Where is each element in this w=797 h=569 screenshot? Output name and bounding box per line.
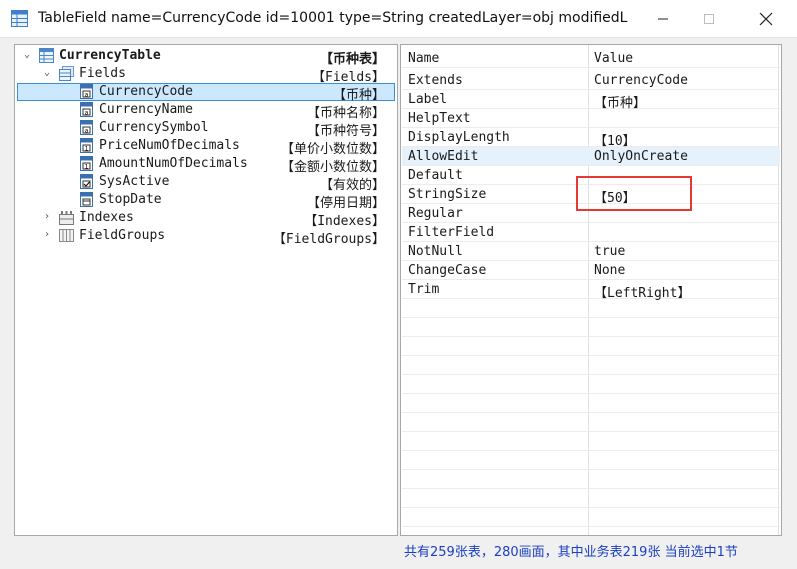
expand-chevron-icon[interactable]: › <box>41 228 53 242</box>
fields-folder-icon <box>59 66 74 81</box>
empty-grid-row <box>402 489 780 508</box>
tree-node-name: FieldGroups <box>79 228 166 243</box>
empty-grid-row <box>402 318 780 337</box>
property-name: FilterField <box>408 225 495 240</box>
collapse-chevron-icon[interactable]: ⌄ <box>21 48 33 62</box>
tree-node-name: SysActive <box>99 174 170 189</box>
property-row-allowedit[interactable]: AllowEdit OnlyOnCreate <box>402 147 780 166</box>
empty-grid-row <box>402 356 780 375</box>
property-row-changecase[interactable]: ChangeCase None <box>402 261 780 280</box>
maximize-icon <box>704 14 714 24</box>
tree-node-indexes[interactable]: › Indexes 【Indexes】 <box>15 209 397 229</box>
empty-grid-row <box>402 432 780 451</box>
tree-node-name: StopDate <box>99 192 162 207</box>
tree-node-label: 【FieldGroups】 <box>272 232 385 247</box>
property-row-helptext[interactable]: HelpText <box>402 109 780 128</box>
expand-chevron-icon[interactable]: › <box>41 210 53 224</box>
svg-text:a: a <box>85 91 89 98</box>
property-name: NotNull <box>408 244 463 259</box>
property-value[interactable]: OnlyOnCreate <box>594 149 688 164</box>
svg-text:1: 1 <box>85 145 89 152</box>
app-window: TableField name=CurrencyCode id=10001 ty… <box>0 0 797 569</box>
integer-field-icon: 1 <box>80 138 93 153</box>
tree-node-currency-symbol[interactable]: a CurrencySymbol 【币种符号】 <box>15 119 397 139</box>
property-name: Label <box>408 92 448 107</box>
property-name: ChangeCase <box>408 263 487 278</box>
empty-grid-row <box>402 375 780 394</box>
property-name: AllowEdit <box>408 149 479 164</box>
property-row-extends[interactable]: Extends CurrencyCode <box>402 71 780 90</box>
property-name: StringSize <box>408 187 487 202</box>
title-bar: TableField name=CurrencyCode id=10001 ty… <box>0 0 797 38</box>
status-text: 共有259张表，280画面，其中业务表219张 当前选中1节 <box>404 545 738 559</box>
tree-node-sys-active[interactable]: SysActive 【有效的】 <box>15 173 397 193</box>
string-field-icon: a <box>80 102 93 117</box>
maximize-button[interactable] <box>686 0 732 38</box>
tree-node-name: PriceNumOfDecimals <box>99 138 240 153</box>
tree-node-name: Indexes <box>79 210 134 225</box>
tree-node-fields[interactable]: ⌄ Fields 【Fields】 <box>15 65 397 85</box>
window-title: TableField name=CurrencyCode id=10001 ty… <box>38 10 628 26</box>
property-name: DisplayLength <box>408 130 510 145</box>
tree-node-name: CurrencyTable <box>59 48 161 63</box>
property-name: HelpText <box>408 111 471 126</box>
property-name: Trim <box>408 282 440 297</box>
property-row-displaylength[interactable]: DisplayLength 【10】 <box>402 128 780 149</box>
empty-grid-row <box>402 470 780 489</box>
collapse-chevron-icon[interactable]: ⌄ <box>41 66 53 80</box>
string-field-icon: a <box>80 120 93 135</box>
property-name: Regular <box>408 206 463 221</box>
tree-node-stop-date[interactable]: StopDate 【停用日期】 <box>15 191 397 211</box>
table-icon <box>39 48 54 63</box>
property-row-label[interactable]: Label 【币种】 <box>402 90 780 111</box>
name-column-header: Name <box>408 51 440 66</box>
indexes-icon <box>59 211 74 225</box>
field-groups-icon <box>59 229 74 242</box>
tree-node-name: CurrencyName <box>99 102 193 117</box>
property-row-trim[interactable]: Trim 【LeftRight】 <box>402 280 780 301</box>
property-value[interactable]: CurrencyCode <box>594 73 688 88</box>
tree-node-name: CurrencySymbol <box>99 120 209 135</box>
close-button[interactable] <box>743 0 789 38</box>
svg-text:1: 1 <box>85 163 89 170</box>
property-value[interactable]: true <box>594 244 625 259</box>
tree-node-price-num-of-decimals[interactable]: 1 PriceNumOfDecimals 【单价小数位数】 <box>15 137 397 157</box>
table-window-icon <box>11 10 28 27</box>
string-field-icon: a <box>80 84 93 99</box>
minimize-button[interactable] <box>640 0 686 38</box>
tree-node-amount-num-of-decimals[interactable]: 1 AmountNumOfDecimals 【金额小数位数】 <box>15 155 397 175</box>
property-name: Extends <box>408 73 463 88</box>
empty-grid-row <box>402 299 780 318</box>
close-icon <box>759 12 773 26</box>
empty-grid-row <box>402 413 780 432</box>
tree-node-field-groups[interactable]: › FieldGroups 【FieldGroups】 <box>15 227 397 247</box>
tree-node-currency-table[interactable]: ⌄ CurrencyTable 【币种表】 <box>15 47 397 67</box>
minimize-icon <box>658 18 668 20</box>
empty-grid-row <box>402 394 780 413</box>
tree-node-name: AmountNumOfDecimals <box>99 156 248 171</box>
tree-node-name: CurrencyCode <box>99 84 193 99</box>
enum-field-icon <box>80 174 93 189</box>
date-field-icon <box>80 192 93 207</box>
tree-node-name: Fields <box>79 66 126 81</box>
property-grid[interactable]: Name Value Extends CurrencyCode Label 【币… <box>400 44 782 536</box>
grid-header-row: Name Value <box>402 49 780 68</box>
empty-grid-row <box>402 451 780 470</box>
aot-tree[interactable]: ⌄ CurrencyTable 【币种表】 ⌄ Fields 【Fields】 <box>14 44 398 536</box>
tree-node-currency-code[interactable]: a CurrencyCode 【币种】 <box>15 83 397 103</box>
tree-node-currency-name[interactable]: a CurrencyName 【币种名称】 <box>15 101 397 121</box>
property-row-filterfield[interactable]: FilterField <box>402 223 780 242</box>
svg-text:a: a <box>85 127 89 134</box>
annotation-highlight-box <box>576 176 692 211</box>
svg-text:a: a <box>85 109 89 116</box>
integer-field-icon: 1 <box>80 156 93 171</box>
value-column-header: Value <box>594 51 634 66</box>
property-name: Default <box>408 168 463 183</box>
empty-grid-row <box>402 508 780 527</box>
property-row-notnull[interactable]: NotNull true <box>402 242 780 261</box>
empty-grid-row <box>402 337 780 356</box>
property-value[interactable]: None <box>594 263 625 278</box>
